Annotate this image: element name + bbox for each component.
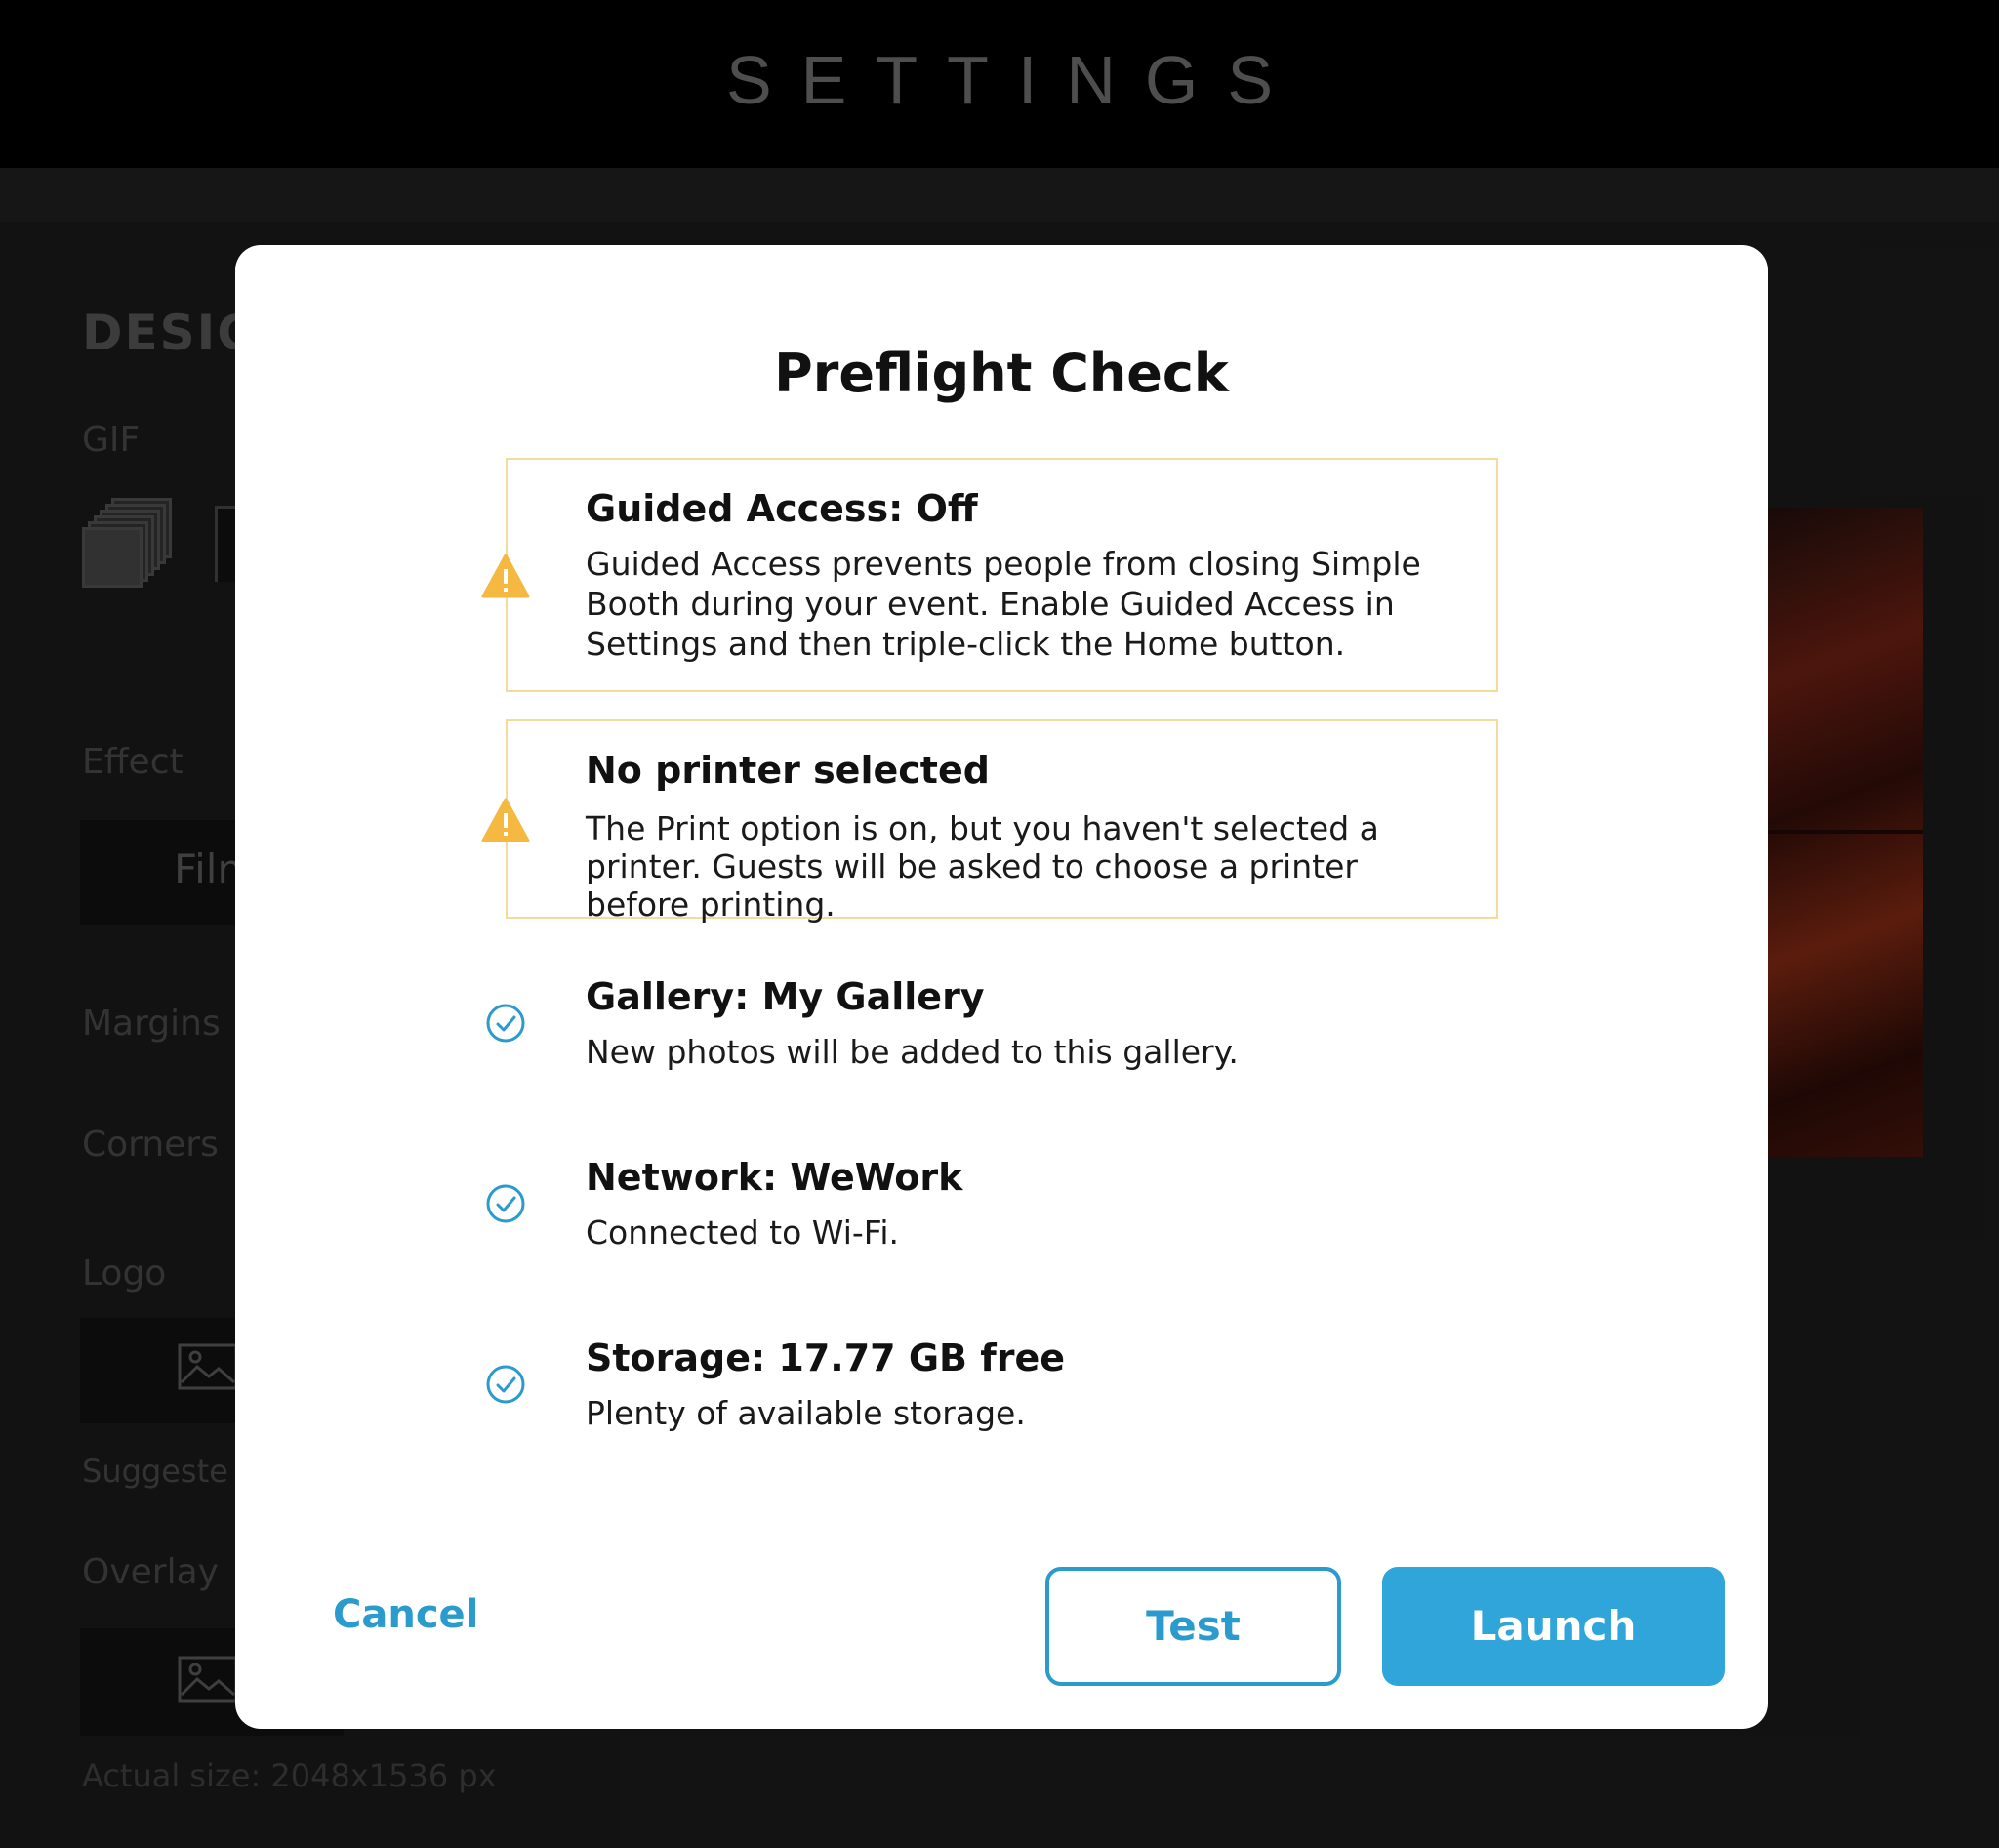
launch-button[interactable]: Launch	[1382, 1567, 1725, 1686]
item-description: Connected to Wi-Fi.	[586, 1213, 900, 1252]
cancel-button[interactable]: Cancel	[333, 1592, 478, 1637]
test-button[interactable]: Test	[1045, 1567, 1341, 1686]
check-circle-icon	[486, 1184, 525, 1223]
check-circle-icon	[486, 1004, 525, 1043]
item-title: Guided Access: Off	[586, 487, 978, 530]
item-title: No printer selected	[586, 749, 990, 792]
warning-icon	[481, 554, 530, 598]
item-description: The Print option is on, but you haven't …	[586, 809, 1379, 924]
item-description: Guided Access prevents people from closi…	[586, 545, 1421, 663]
warning-icon	[481, 798, 530, 842]
item-description: Plenty of available storage.	[586, 1394, 1026, 1432]
dialog-title: Preflight Check	[774, 343, 1229, 404]
item-title: Storage: 17.77 GB free	[586, 1336, 1066, 1379]
preflight-check-dialog: Preflight Check Guided Access: Off Guide…	[235, 245, 1768, 1729]
check-circle-icon	[486, 1365, 525, 1404]
item-description: New photos will be added to this gallery…	[586, 1033, 1239, 1071]
item-title: Gallery: My Gallery	[586, 975, 985, 1018]
item-title: Network: WeWork	[586, 1156, 963, 1199]
